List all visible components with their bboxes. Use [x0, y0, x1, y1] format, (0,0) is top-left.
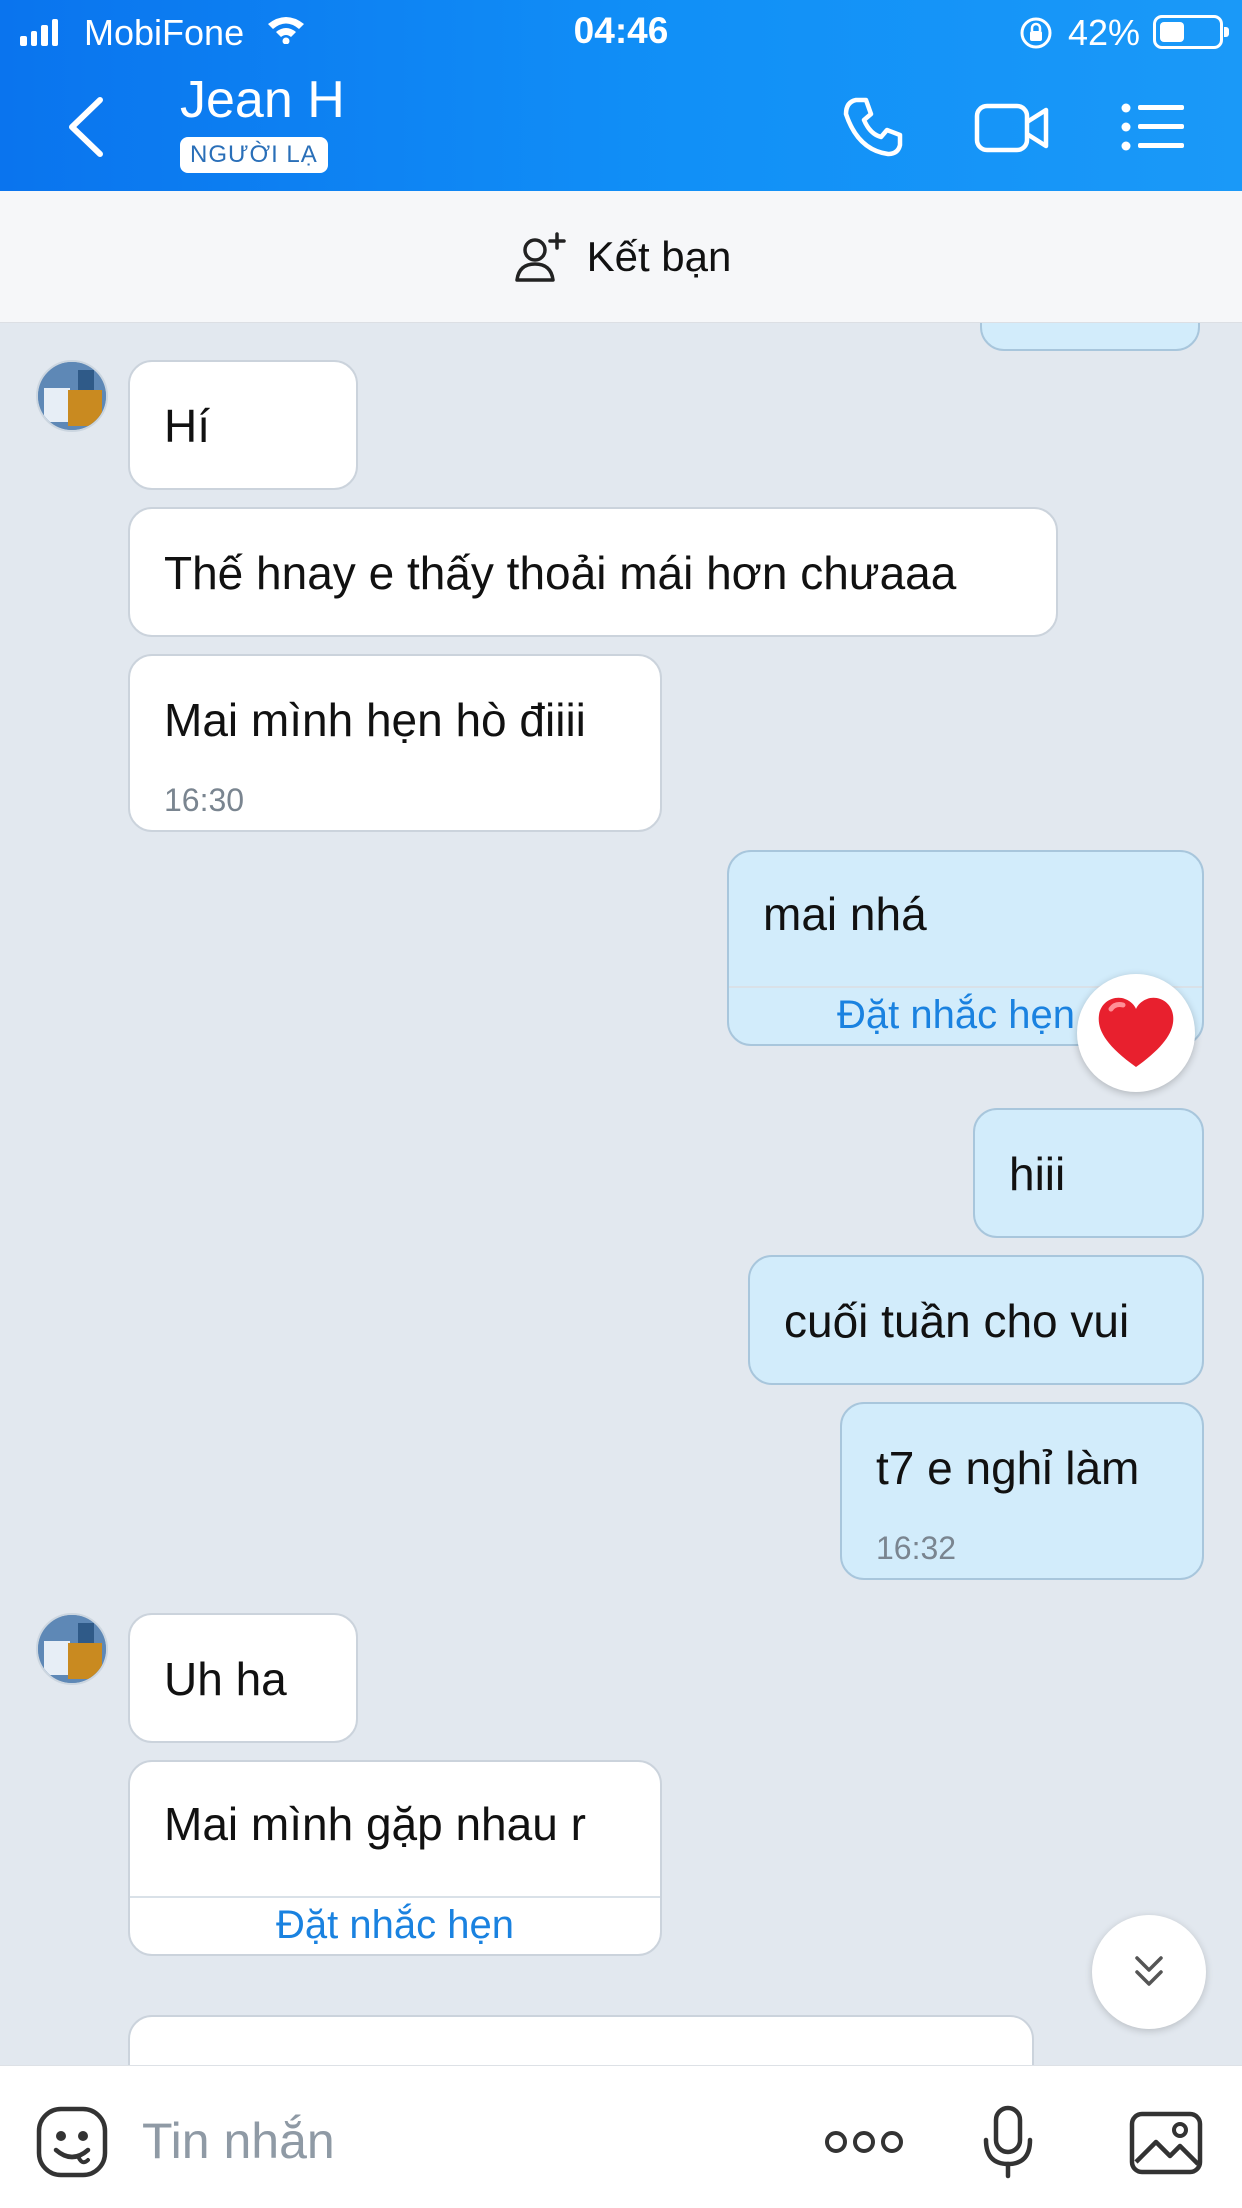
message-text: Thế hnay e thấy thoải mái hơn chưaaa — [164, 547, 957, 599]
video-camera-icon[interactable] — [972, 92, 1052, 162]
add-friend-label: Kết bạn — [586, 232, 732, 280]
sticker-icon[interactable] — [34, 2104, 110, 2180]
status-time: 04:46 — [573, 10, 669, 51]
message-text: Uh ha — [164, 1653, 287, 1705]
image-gallery-icon[interactable] — [1128, 2104, 1204, 2180]
received-message[interactable]: Hí — [128, 360, 358, 490]
battery-icon — [1153, 15, 1229, 49]
message-text: Hí — [164, 400, 210, 452]
sent-message[interactable]: hiii — [973, 1108, 1204, 1238]
received-message[interactable]: Thế hnay e thấy thoải mái hơn chưaaa — [128, 507, 1058, 637]
chat-header: MobiFone 04:46 42% Jean H NGƯỜI LẠ — [0, 0, 1242, 191]
add-friend-button[interactable]: Kết bạn — [0, 191, 1242, 323]
received-message[interactable]: Mai mình hẹn hò điiii 16:30 — [128, 654, 662, 832]
message-list[interactable]: Hí Thế hnay e thấy thoải mái hơn chưaaa … — [0, 323, 1242, 2065]
sent-message[interactable]: cuối tuần cho vui — [748, 1255, 1204, 1385]
message-text: hiii — [1009, 1148, 1066, 1200]
heart-icon — [1098, 997, 1174, 1067]
battery-percent: 42% — [1068, 12, 1141, 53]
microphone-icon[interactable] — [970, 2104, 1046, 2180]
message-text: cuối tuần cho vui — [784, 1295, 1130, 1347]
contact-name[interactable]: Jean H — [180, 70, 345, 130]
message-time: 16:30 — [164, 782, 245, 818]
message-text: mai nhá — [763, 888, 927, 940]
set-reminder-link[interactable]: Đặt nhắc hẹn — [130, 1897, 660, 1953]
received-message[interactable]: Uh ha — [128, 1613, 358, 1743]
rotation-lock-icon — [1020, 17, 1052, 49]
status-bar: MobiFone 04:46 42% — [0, 0, 1242, 64]
received-message-partial — [128, 2015, 1034, 2065]
double-chevron-down-icon — [1135, 1956, 1163, 1986]
phone-icon[interactable] — [838, 92, 908, 162]
menu-list-icon[interactable] — [1118, 92, 1188, 162]
scroll-to-bottom-button[interactable] — [1092, 1915, 1206, 2029]
contact-avatar[interactable] — [36, 360, 108, 432]
sent-message[interactable]: t7 e nghỉ làm 16:32 — [840, 1402, 1204, 1580]
more-dots-icon[interactable] — [822, 2104, 906, 2180]
add-person-icon — [514, 231, 566, 282]
back-chevron-icon[interactable] — [60, 92, 116, 162]
heart-reaction-badge[interactable] — [1077, 974, 1195, 1092]
stranger-badge: NGƯỜI LẠ — [180, 137, 328, 173]
contact-avatar[interactable] — [36, 1613, 108, 1685]
message-input[interactable]: Tin nhắn — [142, 2112, 335, 2170]
message-text: Mai mình gặp nhau r — [164, 1798, 586, 1850]
message-text: t7 e nghỉ làm — [876, 1442, 1140, 1494]
message-bubble-partial — [980, 323, 1200, 351]
received-message[interactable]: Mai mình gặp nhau r Đặt nhắc hẹn — [128, 1760, 662, 1956]
message-text: Mai mình hẹn hò điiii — [164, 694, 586, 746]
message-composer: Tin nhắn — [0, 2065, 1242, 2208]
message-time: 16:32 — [876, 1530, 957, 1566]
